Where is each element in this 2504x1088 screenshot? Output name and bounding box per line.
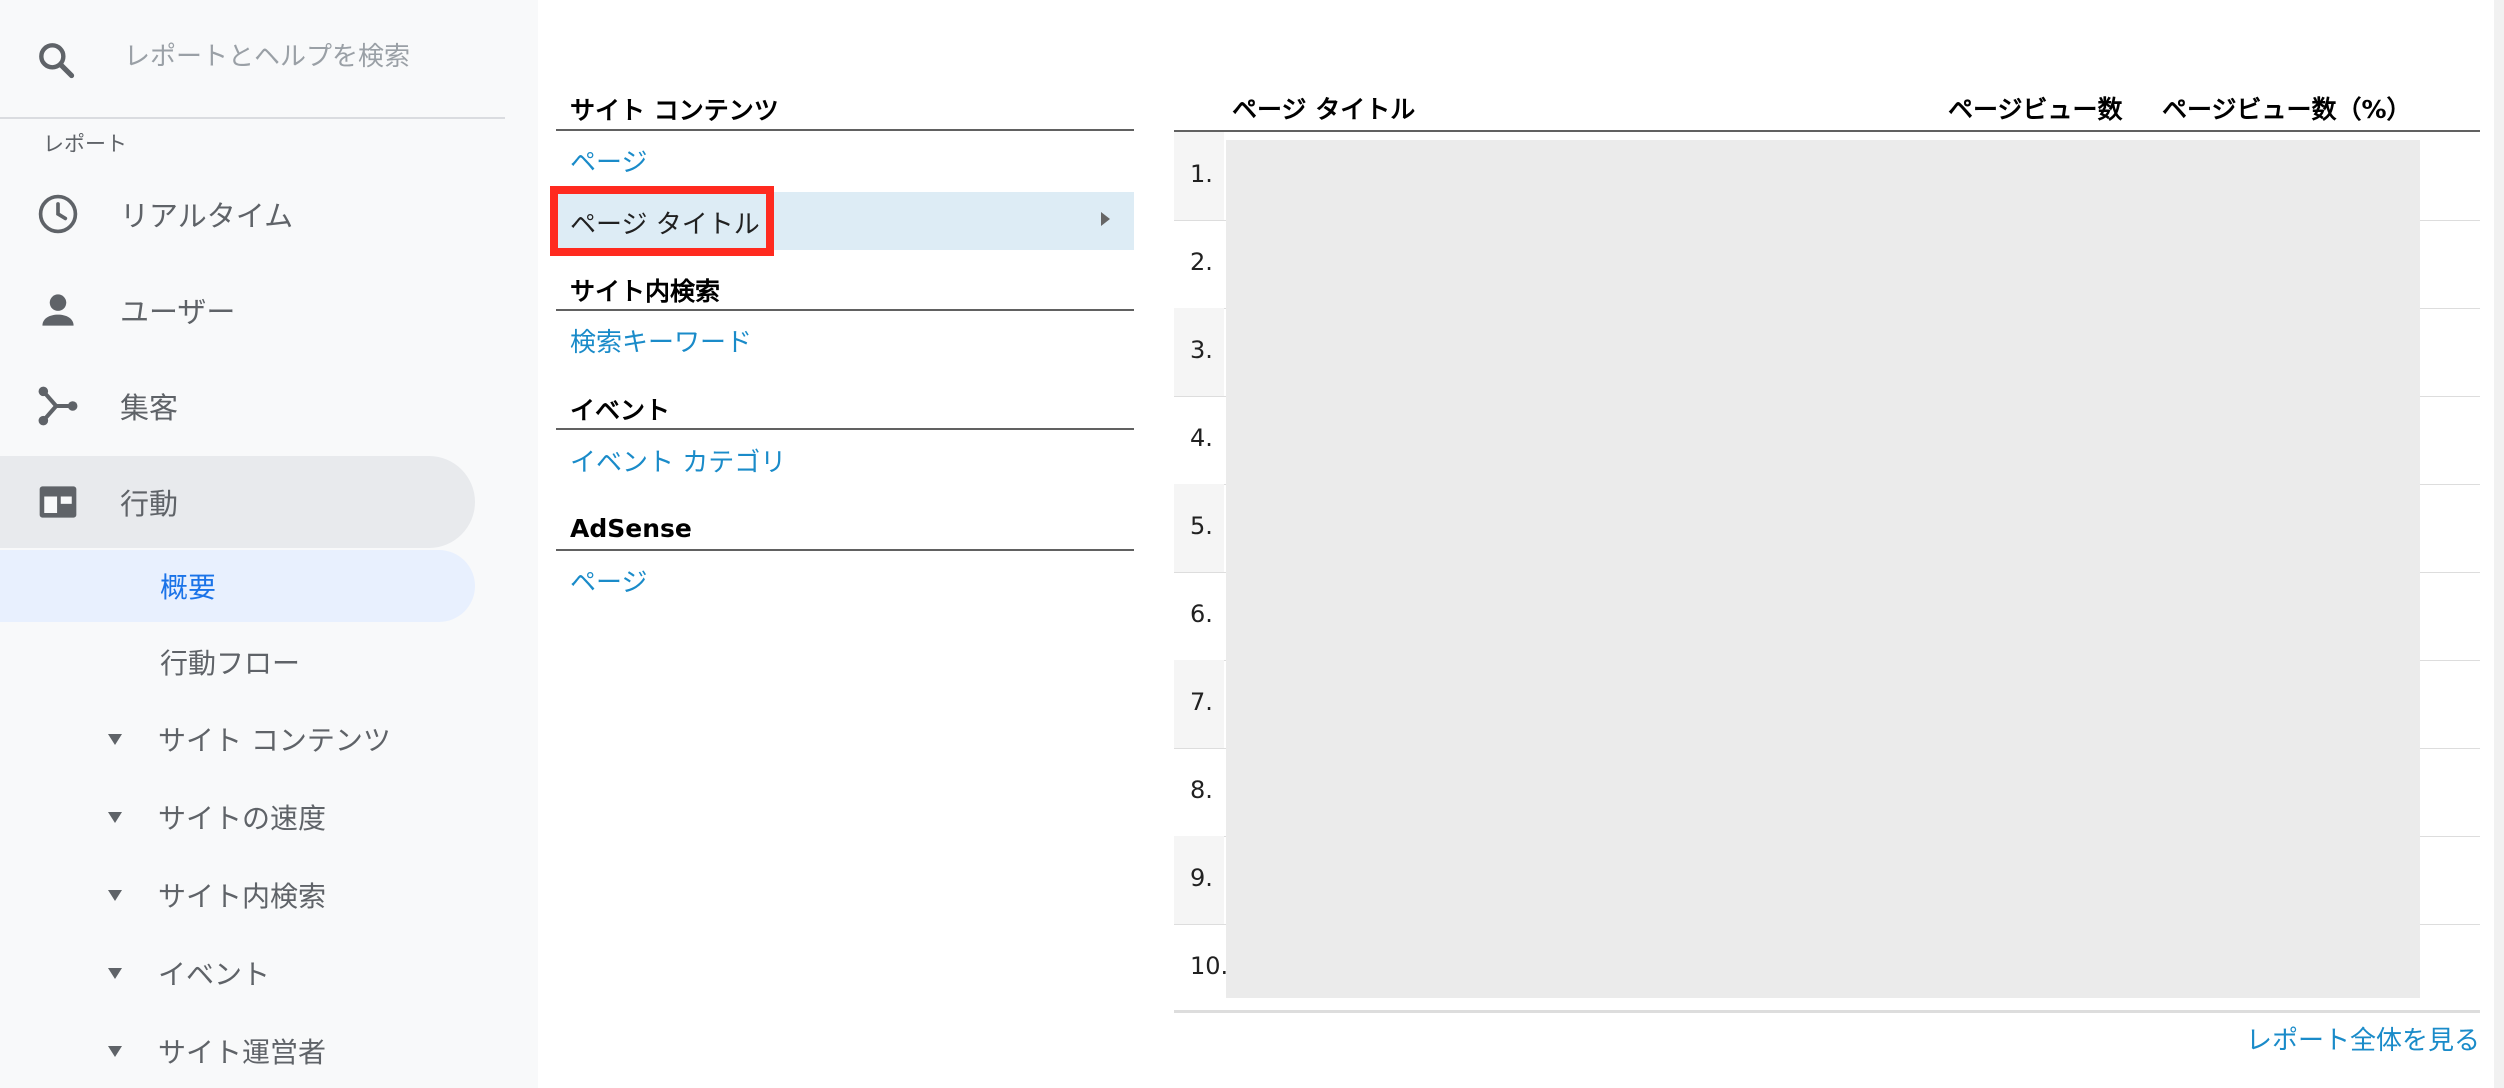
view-full-report-link[interactable]: レポート全体を見る (2246, 1020, 2480, 1057)
scrollbar-track[interactable] (2494, 0, 2504, 1088)
search-icon[interactable] (34, 38, 78, 82)
link-event-category[interactable]: イベント カテゴリ (570, 442, 786, 479)
chevron-right-icon (1101, 212, 1110, 226)
row-number: 8. (1190, 776, 1213, 804)
reports-section-label: レポート (43, 132, 127, 156)
sidebar-item-events[interactable]: イベント (0, 937, 475, 1009)
clock-icon (36, 192, 80, 236)
sidebar-item-publisher[interactable]: サイト運営者 (0, 1015, 475, 1087)
redacted-data-area (1226, 140, 2420, 998)
sidebar-item-publisher-label: サイト運営者 (158, 1036, 327, 1069)
column-header-page-title[interactable]: ページ タイトル (1232, 90, 1415, 126)
group-title-adsense: AdSense (570, 514, 692, 543)
expand-triangle-icon (108, 811, 122, 823)
sidebar-item-site-content[interactable]: サイト コンテンツ (0, 703, 475, 775)
nav-item-users[interactable]: ユーザー (0, 264, 475, 356)
row-number: 7. (1190, 688, 1213, 716)
column-header-pageviews-percent[interactable]: ページビュー数（%） (2162, 90, 2412, 126)
sidebar-item-site-content-label: サイト コンテンツ (158, 724, 391, 757)
sidebar-item-site-search[interactable]: サイト内検索 (0, 859, 475, 931)
highlight-box (550, 186, 774, 256)
divider (556, 309, 1134, 311)
column-header-pageviews[interactable]: ページビュー数 (1948, 90, 2123, 126)
behavior-icon (36, 480, 80, 524)
nav-item-acquisition[interactable]: 集客 (0, 360, 475, 452)
nav-label-users: ユーザー (120, 295, 236, 329)
nav-item-realtime[interactable]: リアルタイム (0, 168, 475, 260)
acquisition-icon (36, 384, 80, 428)
link-page[interactable]: ページ (570, 142, 647, 179)
expand-triangle-icon (108, 1045, 122, 1057)
row-number: 10. (1190, 952, 1229, 980)
row-number: 6. (1190, 600, 1213, 628)
nav-item-behavior[interactable]: 行動 (0, 456, 475, 548)
nav-label-realtime: リアルタイム (120, 199, 294, 233)
sidebar-item-site-search-label: サイト内検索 (158, 880, 327, 913)
report-menu: サイト コンテンツ ページ ページ タイトル サイト内検索 検索キーワード イベ… (556, 0, 1136, 1088)
group-title-site-content: サイト コンテンツ (570, 96, 779, 125)
sidebar: レポート リアルタイム ユーザー 集客 行動 概要 行動フロー サイト コンテ (0, 0, 538, 1088)
divider (1174, 1010, 2480, 1012)
row-number: 3. (1190, 336, 1213, 364)
expand-triangle-icon (108, 733, 122, 745)
link-search-keyword[interactable]: 検索キーワード (570, 322, 752, 359)
expand-triangle-icon (108, 889, 122, 901)
link-adsense-page[interactable]: ページ (570, 562, 647, 599)
sidebar-item-behavior-flow[interactable]: 行動フロー (0, 626, 475, 698)
search-input[interactable] (124, 34, 494, 80)
sidebar-item-events-label: イベント (158, 958, 271, 991)
sidebar-item-behavior-flow-label: 行動フロー (160, 647, 301, 680)
group-title-events: イベント (570, 396, 671, 425)
divider (556, 129, 1134, 131)
row-number: 2. (1190, 248, 1213, 276)
sidebar-item-overview[interactable]: 概要 (0, 550, 475, 622)
row-number: 5. (1190, 512, 1213, 540)
row-number: 9. (1190, 864, 1213, 892)
sidebar-item-site-speed[interactable]: サイトの速度 (0, 781, 475, 853)
person-icon (36, 288, 80, 332)
sidebar-item-overview-label: 概要 (160, 571, 217, 604)
divider (556, 428, 1134, 430)
divider (556, 549, 1134, 551)
nav-label-behavior: 行動 (120, 487, 179, 521)
row-number: 1. (1190, 160, 1213, 188)
sidebar-item-site-speed-label: サイトの速度 (158, 802, 327, 835)
row-number: 4. (1190, 424, 1213, 452)
search-row (0, 0, 505, 119)
nav-label-acquisition: 集客 (120, 391, 179, 425)
expand-triangle-icon (108, 967, 122, 979)
group-title-site-search: サイト内検索 (570, 277, 721, 306)
